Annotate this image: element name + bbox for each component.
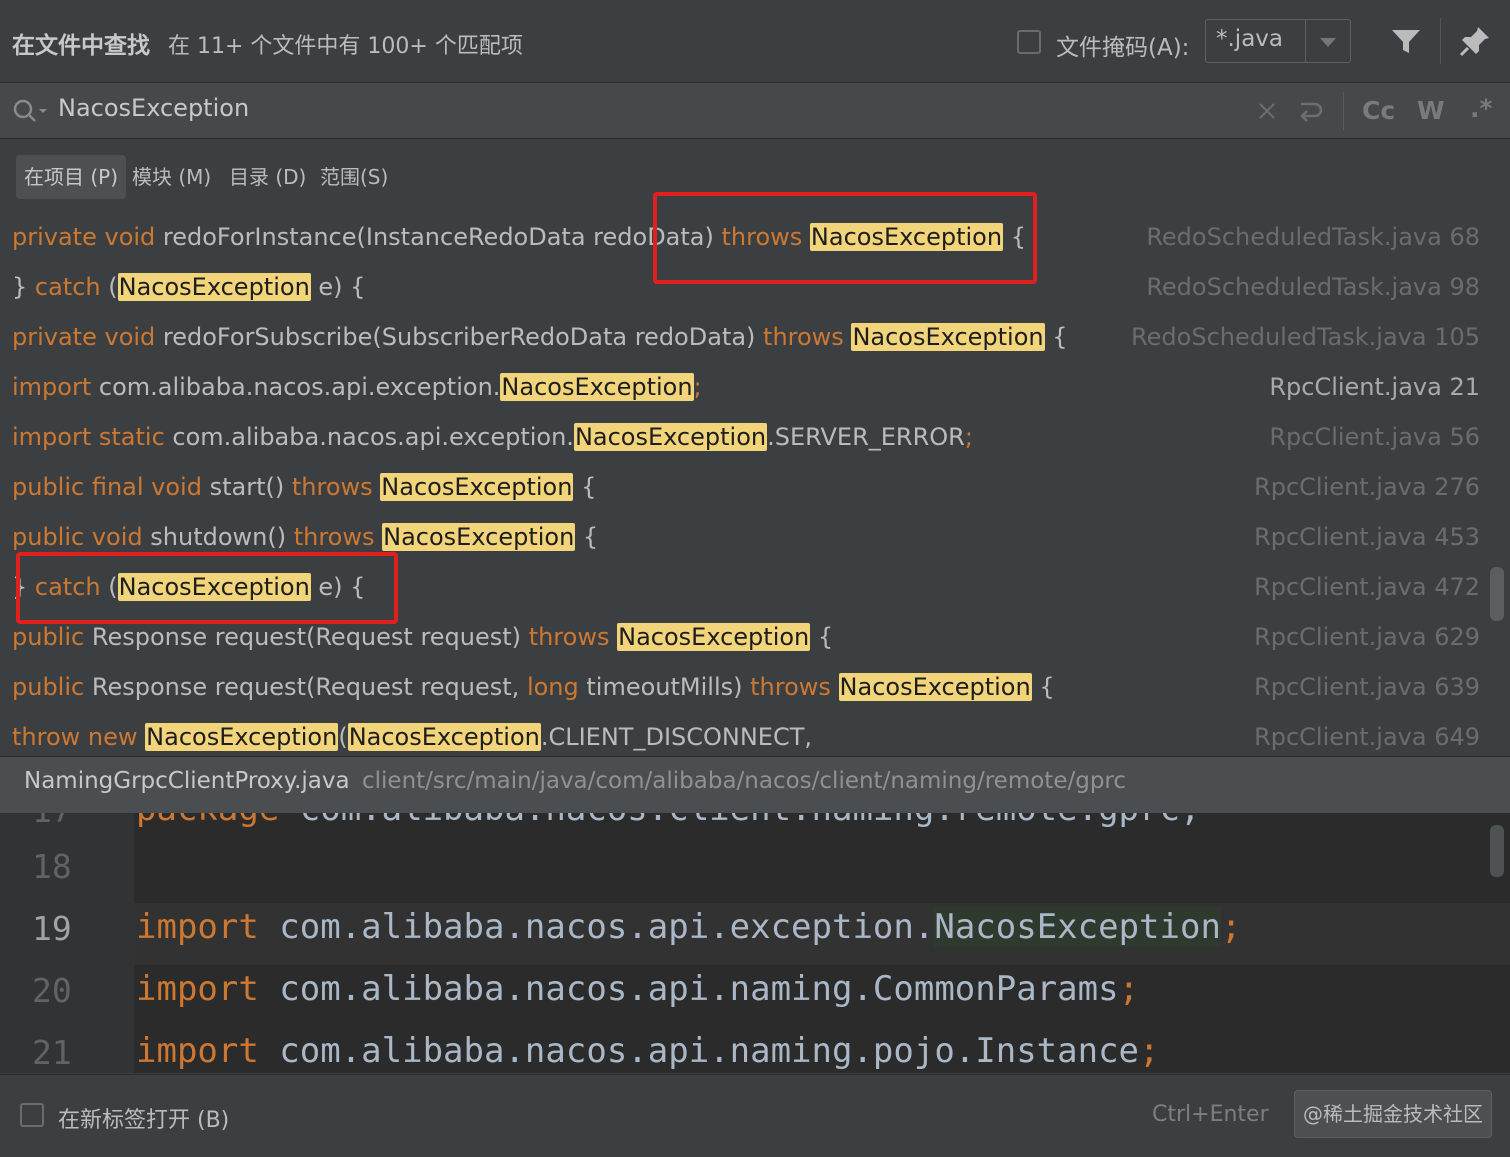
result-row[interactable]: import com.alibaba.nacos.api.exception.N… xyxy=(0,362,1490,412)
result-code: } catch (NacosException e) { xyxy=(12,273,366,301)
match-highlight: NacosException xyxy=(500,373,694,401)
result-code: throw new NacosException(NacosException.… xyxy=(12,723,813,751)
match-highlight: NacosException xyxy=(617,623,811,651)
result-code: public Response request(Request request,… xyxy=(12,673,1055,701)
match-highlight: NacosException xyxy=(117,273,311,301)
open-in-find-window-button[interactable]: @稀土掘金技术社区 xyxy=(1294,1090,1492,1138)
result-row[interactable]: throw new NacosException(NacosException.… xyxy=(0,712,1490,754)
open-in-new-tab-label: 在新标签打开 (B) xyxy=(58,1108,230,1133)
result-row[interactable]: public final void start() throws NacosEx… xyxy=(0,462,1490,512)
match-highlight: NacosException xyxy=(145,723,339,751)
result-location: RpcClient.java 472 xyxy=(1254,573,1480,601)
result-location: RpcClient.java 639 xyxy=(1254,673,1480,701)
pin-icon[interactable] xyxy=(1458,24,1492,58)
result-row[interactable]: public Response request(Request request,… xyxy=(0,662,1490,712)
search-input[interactable] xyxy=(58,94,758,122)
search-history-icon[interactable] xyxy=(12,98,48,126)
shortcut-hint: Ctrl+Enter xyxy=(1152,1102,1269,1127)
match-highlight: NacosException xyxy=(382,523,576,551)
line-number: 19 xyxy=(32,909,72,948)
result-location: RedoScheduledTask.java 98 xyxy=(1146,273,1480,301)
whole-words-toggle[interactable]: W xyxy=(1417,96,1445,125)
result-location: RedoScheduledTask.java 68 xyxy=(1146,223,1480,251)
result-location: RpcClient.java 629 xyxy=(1254,623,1480,651)
scope-project-button[interactable]: 在项目 (P) xyxy=(16,155,127,199)
preview-scrollbar[interactable] xyxy=(1490,825,1504,877)
result-code: private void redoForSubscribe(Subscriber… xyxy=(12,323,1068,351)
line-number: 21 xyxy=(32,1033,72,1072)
dialog-title: 在文件中查找 xyxy=(12,33,150,59)
results-scrollbar[interactable] xyxy=(1490,567,1504,621)
preview-file-name: NamingGrpcClientProxy.java xyxy=(24,768,350,794)
search-options-separator xyxy=(1343,92,1344,130)
chevron-down-icon[interactable] xyxy=(1320,38,1336,47)
scope-module-button[interactable]: 模块 (M) xyxy=(124,155,219,199)
new-line-icon[interactable] xyxy=(1297,98,1325,126)
code-preview[interactable]: 17 package com.alibaba.nacos.client.nami… xyxy=(0,813,1510,1073)
match-highlight: NacosException xyxy=(347,723,541,751)
match-highlight: NacosException xyxy=(851,323,1045,351)
results-list: private void redoForInstance(InstanceRed… xyxy=(0,212,1510,754)
code-line: import com.alibaba.nacos.api.exception.N… xyxy=(136,907,1242,947)
code-line: import com.alibaba.nacos.api.naming.Comm… xyxy=(136,969,1140,1009)
filter-icon[interactable] xyxy=(1390,28,1422,56)
combo-divider xyxy=(1305,20,1306,62)
preview-file-path: client/src/main/java/com/alibaba/nacos/c… xyxy=(362,768,1127,794)
file-mask-value: *.java xyxy=(1216,26,1284,52)
open-in-new-tab-checkbox[interactable] xyxy=(20,1103,44,1127)
code-line: package com.alibaba.nacos.client.naming.… xyxy=(136,813,1200,829)
match-summary: 在 11+ 个文件中有 100+ 个匹配项 xyxy=(168,34,523,59)
line-number: 20 xyxy=(32,971,72,1010)
header-separator xyxy=(1440,18,1441,64)
line-number: 18 xyxy=(32,847,72,886)
result-row[interactable]: import static com.alibaba.nacos.api.exce… xyxy=(0,412,1490,462)
match-highlight: NacosException xyxy=(838,673,1032,701)
clear-search-icon[interactable] xyxy=(1257,101,1277,121)
result-row[interactable]: private void redoForSubscribe(Subscriber… xyxy=(0,312,1490,362)
result-location: RpcClient.java 56 xyxy=(1269,423,1480,451)
result-location: RpcClient.java 453 xyxy=(1254,523,1480,551)
code-line: import com.alibaba.nacos.api.naming.pojo… xyxy=(136,1031,1160,1071)
scope-scope-button[interactable]: 范围(S) xyxy=(312,155,396,199)
annotation-box xyxy=(653,192,1037,284)
result-location: RpcClient.java 21 xyxy=(1269,373,1480,401)
match-highlight: NacosException xyxy=(934,907,1221,947)
result-location: RpcClient.java 649 xyxy=(1254,723,1480,751)
scope-directory-button[interactable]: 目录 (D) xyxy=(221,155,314,199)
line-number: 17 xyxy=(32,813,72,830)
result-location: RpcClient.java 276 xyxy=(1254,473,1480,501)
result-code: import com.alibaba.nacos.api.exception.N… xyxy=(12,373,702,401)
result-code: import static com.alibaba.nacos.api.exce… xyxy=(12,423,973,451)
regex-toggle[interactable]: .* xyxy=(1470,94,1493,123)
result-code: public final void start() throws NacosEx… xyxy=(12,473,597,501)
match-case-toggle[interactable]: Cc xyxy=(1362,96,1395,125)
file-mask-checkbox[interactable] xyxy=(1017,30,1041,54)
match-highlight: NacosException xyxy=(573,423,768,451)
result-location: RedoScheduledTask.java 105 xyxy=(1131,323,1480,351)
match-highlight: NacosException xyxy=(380,473,574,501)
annotation-box xyxy=(16,552,398,624)
file-mask-label: 文件掩码(A): xyxy=(1056,35,1190,61)
